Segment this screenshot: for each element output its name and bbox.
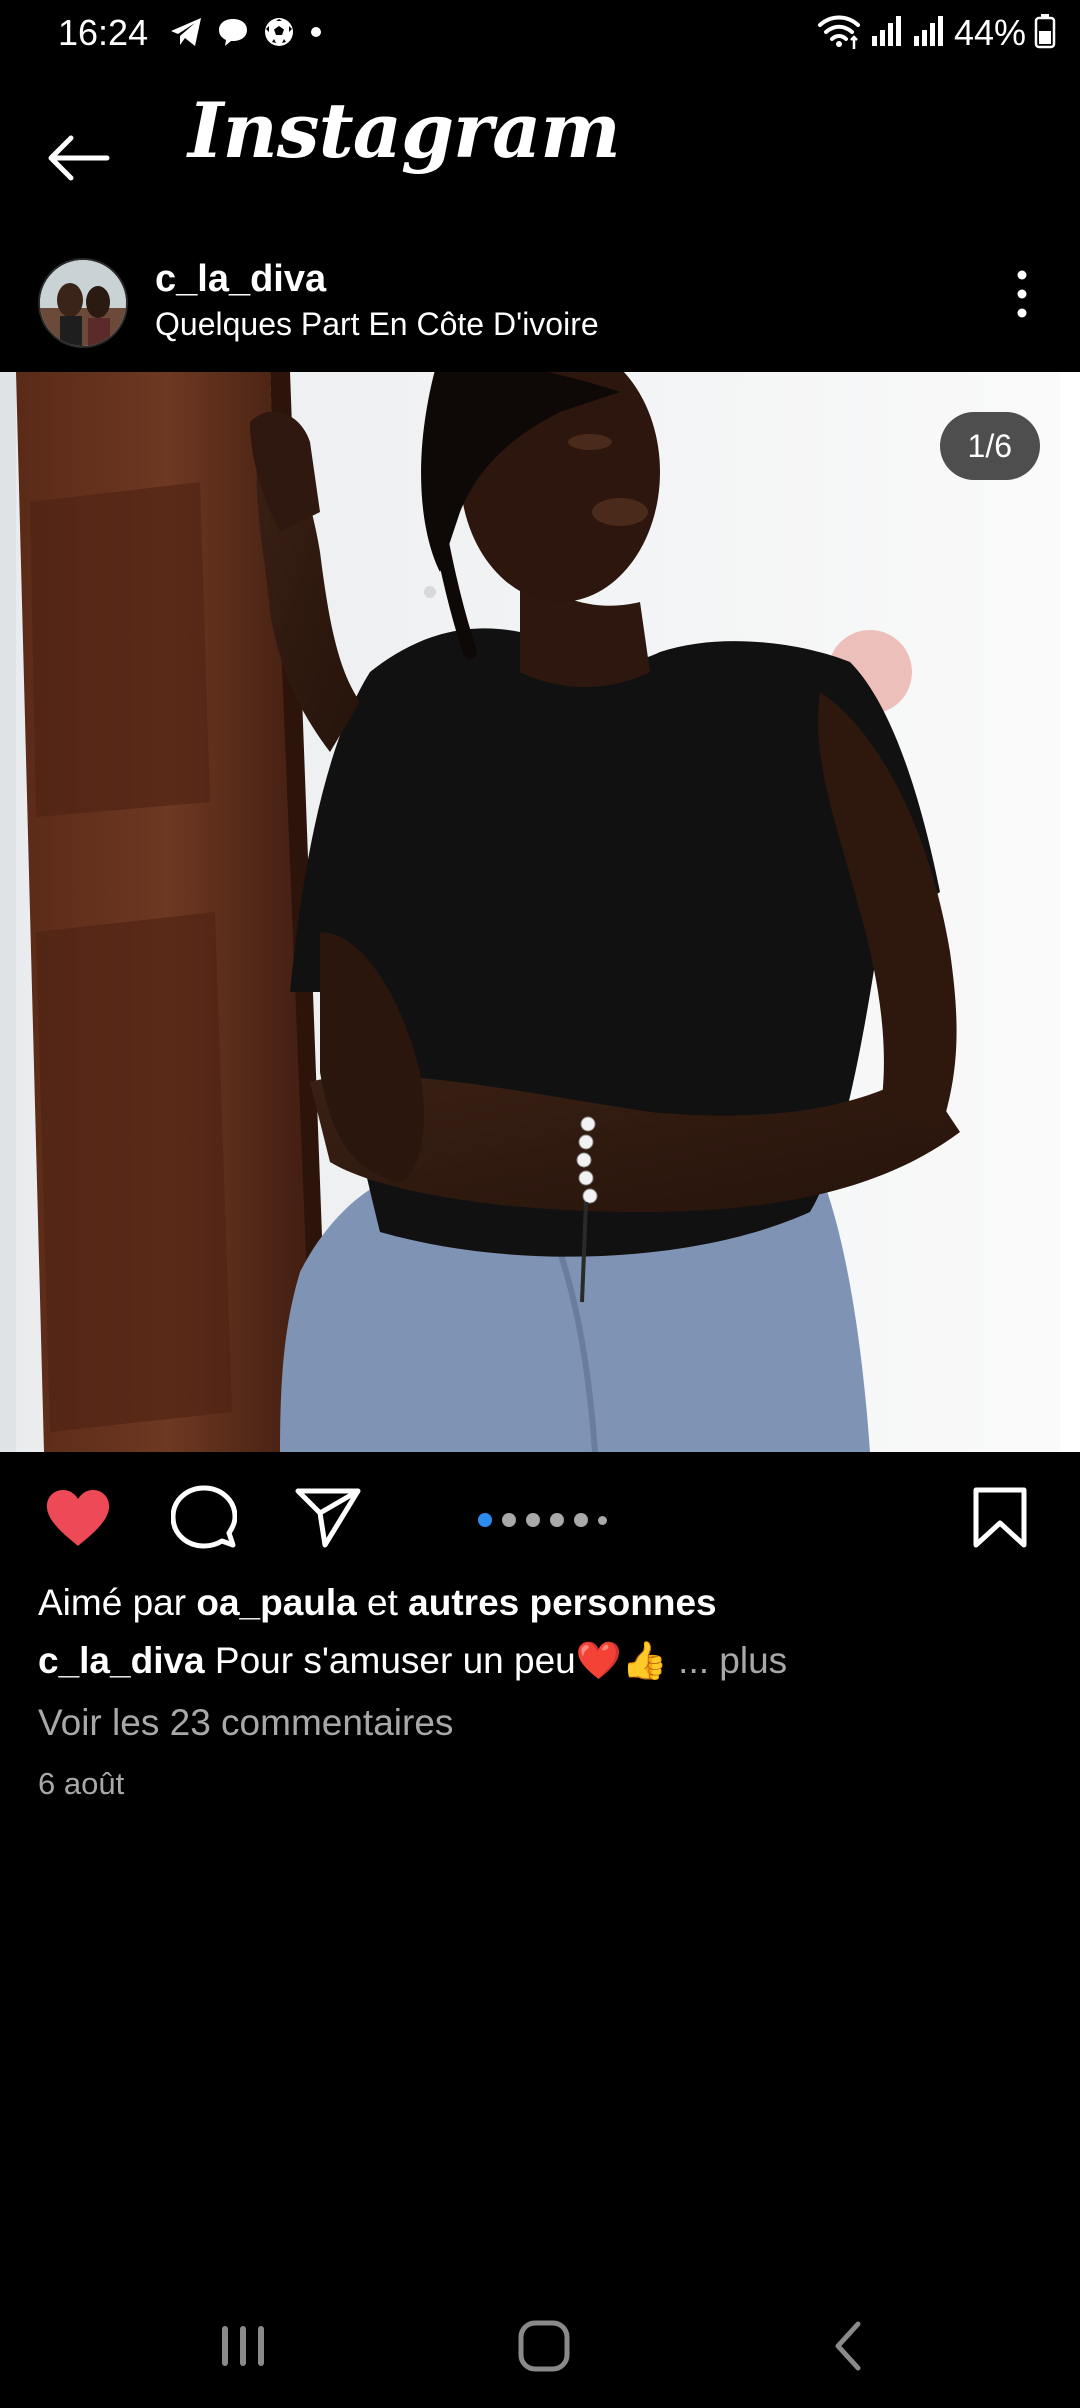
save-button[interactable] — [962, 1482, 1038, 1558]
arrow-left-icon — [45, 134, 111, 187]
liked-by-others[interactable]: autres personnes — [408, 1582, 716, 1623]
heart-filled-icon — [44, 1488, 112, 1553]
back-button[interactable] — [40, 122, 116, 198]
app-header: Instagram — [0, 68, 1080, 236]
post-date: 6 août — [38, 1766, 125, 1801]
system-navigation-bar — [0, 2290, 1080, 2408]
wifi-icon — [816, 11, 862, 56]
status-bar: 16:24 44% — [0, 0, 1080, 68]
likes-middle: et — [356, 1582, 409, 1623]
signal-icon — [870, 14, 904, 53]
author-username[interactable]: c_la_diva — [155, 258, 326, 301]
carousel-indicator — [478, 1513, 607, 1527]
author-avatar[interactable] — [38, 258, 128, 348]
carousel-dot-active — [478, 1513, 492, 1527]
image-counter-badge: 1/6 — [939, 412, 1040, 480]
app-title-logo: Instagram — [188, 86, 621, 175]
telegram-icon — [168, 14, 204, 55]
battery-icon — [1034, 13, 1056, 54]
notification-dot-icon — [308, 24, 324, 45]
caption-more-link[interactable]: ... plus — [668, 1640, 787, 1681]
carousel-dot — [598, 1515, 607, 1525]
likes-summary[interactable]: Aimé par oa_paula et autres personnes — [38, 1582, 717, 1624]
paper-plane-icon — [295, 1487, 361, 1554]
likes-prefix: Aimé par — [38, 1582, 197, 1623]
view-comments-link[interactable]: Voir les 23 commentaires — [38, 1702, 453, 1744]
bookmark-icon — [972, 1487, 1028, 1554]
post-action-bar — [0, 1452, 1080, 1580]
battery-percentage: 44% — [953, 12, 1026, 53]
post-photo-illustration — [0, 372, 1080, 1452]
more-options-button[interactable] — [992, 266, 1052, 326]
chevron-left-icon — [828, 2318, 868, 2379]
status-time: 16:24 — [58, 12, 149, 53]
home-icon — [516, 2318, 572, 2379]
signal-icon — [912, 14, 946, 53]
back-nav-button[interactable] — [808, 2312, 888, 2384]
post-caption: c_la_diva Pour s'amuser un peu❤️👍 ... pl… — [38, 1640, 787, 1683]
post-header: c_la_diva Quelques Part En Côte D'ivoire — [0, 236, 1080, 372]
carousel-dot — [574, 1513, 588, 1527]
status-system-icons: 44% — [816, 10, 1056, 56]
carousel-dot — [502, 1513, 516, 1527]
carousel-dot — [526, 1513, 540, 1527]
like-button[interactable] — [40, 1482, 116, 1558]
comment-bubble-icon — [170, 1485, 238, 1556]
post-location[interactable]: Quelques Part En Côte D'ivoire — [155, 306, 599, 343]
share-button[interactable] — [290, 1482, 366, 1558]
home-button[interactable] — [504, 2312, 584, 2384]
status-notification-icons — [168, 14, 324, 54]
caption-text: Pour s'amuser un peu❤️👍 — [204, 1640, 668, 1681]
soccer-ball-icon — [262, 15, 296, 54]
carousel-dot — [550, 1513, 564, 1527]
post-image[interactable]: 1/6 — [0, 372, 1080, 1452]
more-vertical-icon — [1016, 269, 1028, 324]
caption-author[interactable]: c_la_diva — [38, 1640, 205, 1681]
recent-apps-icon — [218, 2322, 270, 2375]
chat-bubble-icon — [216, 15, 250, 54]
comment-button[interactable] — [166, 1482, 242, 1558]
liked-by-user[interactable]: oa_paula — [196, 1582, 356, 1623]
recent-apps-button[interactable] — [204, 2312, 284, 2384]
